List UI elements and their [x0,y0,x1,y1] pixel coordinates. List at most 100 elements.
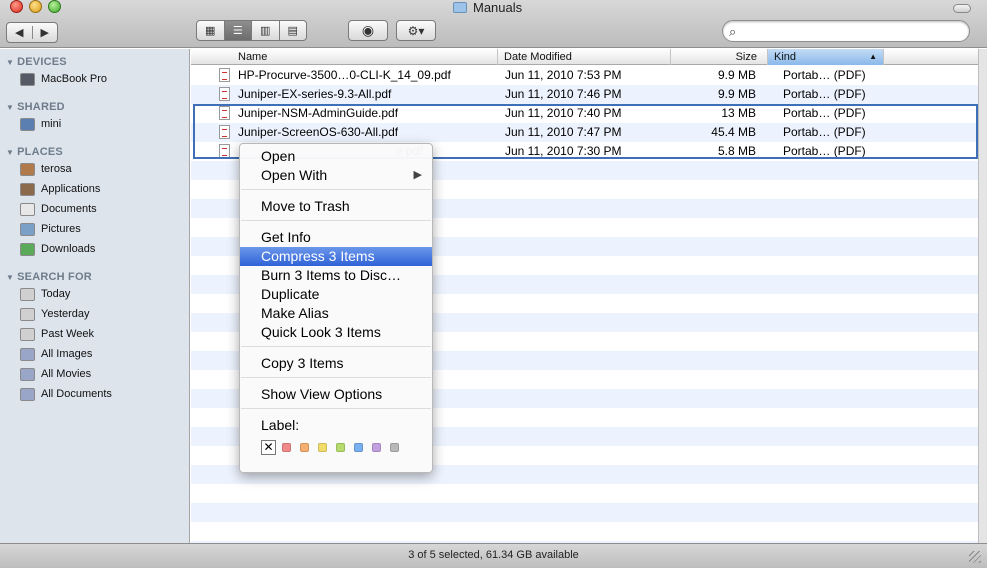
smart-folder-icon [20,367,35,381]
sidebar-item-past-week[interactable]: Past Week [20,325,94,343]
icon-view-button[interactable]: ▦ [197,21,224,40]
file-kind: Portab… (PDF) [783,144,866,158]
sidebar-item-all-documents[interactable]: All Documents [20,385,112,403]
column-header-size[interactable]: Size [671,49,768,65]
menu-item-compress-3-items[interactable]: Compress 3 Items [240,247,432,266]
sidebar-section-title: PLACES [17,146,63,158]
column-header-date[interactable]: Date Modified [498,49,671,65]
sidebar-item-terosa[interactable]: terosa [20,160,72,178]
table-row[interactable]: Juniper-ScreenOS-630-All.pdf Jun 11, 2010… [191,123,978,142]
sort-ascending-icon: ▲ [869,52,877,61]
toolbar-toggle-button[interactable] [953,4,971,13]
label-color-swatch[interactable] [300,442,309,452]
search-field[interactable]: ⌕ [722,20,970,42]
label-color-swatch[interactable] [390,442,399,452]
folder-icon [453,2,467,13]
menu-item-open-with[interactable]: Open With ▶ [240,166,432,185]
label-none-button[interactable]: ✕ [261,439,276,455]
table-row[interactable]: HP-Procurve-3500…0-CLI-K_14_09.pdf Jun 11… [191,66,978,85]
sidebar-item-all-movies[interactable]: All Movies [20,365,91,383]
menu-item-make-alias[interactable]: Make Alias [240,304,432,323]
quick-look-button[interactable]: ◉ [348,20,388,41]
sidebar-item-downloads[interactable]: Downloads [20,240,95,258]
sidebar-item-applications[interactable]: Applications [20,180,100,198]
disclosure-triangle-icon[interactable]: ▼ [6,273,14,282]
menu-item-label: Get Info [261,229,311,245]
action-menu-button[interactable]: ⚙▾ [396,20,436,41]
clock-icon [20,327,35,341]
sidebar-item-documents[interactable]: Documents [20,200,97,218]
label-color-swatch[interactable] [282,442,291,452]
sidebar-section-places[interactable]: ▼ PLACES [6,146,63,158]
forward-button[interactable]: ▶ [31,26,58,39]
sidebar-section-shared[interactable]: ▼ SHARED [6,101,65,113]
sidebar-item-yesterday[interactable]: Yesterday [20,305,90,323]
menu-item-open[interactable]: Open [240,147,432,166]
sidebar-item-label: Today [41,288,71,300]
sidebar-item-all-images[interactable]: All Images [20,345,92,363]
column-header-name[interactable]: Name [191,49,498,65]
file-kind: Portab… (PDF) [783,106,866,120]
window-toolbar: Manuals ◀ ▶ ▦ ☰ ▥ ▤ ◉ ⚙▾ ⌕ [0,0,987,48]
pdf-document-icon [219,144,230,158]
file-kind: Portab… (PDF) [783,68,866,82]
disclosure-triangle-icon[interactable]: ▼ [6,58,14,67]
menu-item-duplicate[interactable]: Duplicate [240,285,432,304]
file-size: 9.9 MB [717,87,756,101]
sidebar-item-label: All Documents [41,388,112,400]
sidebar-item-label: All Images [41,348,93,360]
menu-item-quick-look-3-items[interactable]: Quick Look 3 Items [240,323,432,342]
disclosure-triangle-icon[interactable]: ▼ [6,103,14,112]
table-row[interactable]: Juniper-EX-series-9.3-All.pdf Jun 11, 201… [191,85,978,104]
back-button[interactable]: ◀ [7,26,32,39]
search-input[interactable] [747,23,957,39]
menu-item-burn-3-items-to-disc[interactable]: Burn 3 Items to Disc… [240,266,432,285]
zoom-window-button[interactable] [48,0,61,13]
menu-item-label: Open With [261,167,328,183]
label-color-swatch[interactable] [318,442,327,452]
file-name: Juniper-NSM-AdminGuide.pdf [238,106,399,120]
table-row[interactable]: Juniper-NSM-AdminGuide.pdf Jun 11, 2010 7… [191,104,978,123]
close-window-button[interactable] [10,0,23,13]
view-mode-buttons: ▦ ☰ ▥ ▤ [196,20,307,41]
documents-icon [20,202,35,216]
column-header-kind[interactable]: Kind ▲ [768,49,884,65]
minimize-window-button[interactable] [29,0,42,13]
resize-grip-icon[interactable] [969,551,981,563]
menu-item-show-view-options[interactable]: Show View Options [240,385,432,404]
smart-folder-icon [20,347,35,361]
column-view-button[interactable]: ▥ [251,21,279,40]
pdf-document-icon [219,106,230,120]
menu-item-label: Compress 3 Items [261,248,375,264]
sidebar-item-mini[interactable]: mini [20,115,61,133]
label-color-swatch[interactable] [336,442,345,452]
gear-icon: ⚙▾ [407,23,425,38]
sidebar-item-label: MacBook Pro [41,73,108,85]
sidebar-section-title: SHARED [17,101,65,113]
menu-separator [241,220,431,221]
menu-item-copy-3-items[interactable]: Copy 3 Items [240,354,432,373]
sidebar-section-search-for[interactable]: ▼ SEARCH FOR [6,271,92,283]
label-color-swatch[interactable] [372,442,381,452]
menu-separator [241,346,431,347]
menu-item-move-to-trash[interactable]: Move to Trash [240,197,432,216]
submenu-arrow-icon: ▶ [413,169,422,181]
file-size: 5.8 MB [717,144,756,158]
disclosure-triangle-icon[interactable]: ▼ [6,148,14,157]
sidebar-section-devices[interactable]: ▼ DEVICES [6,56,67,68]
sidebar-item-macbook-pro[interactable]: MacBook Pro [20,70,107,88]
file-date-modified: Jun 11, 2010 7:53 PM [505,68,622,82]
coverflow-view-button[interactable]: ▤ [278,21,307,40]
file-date-modified: Jun 11, 2010 7:46 PM [505,87,622,101]
file-kind: Portab… (PDF) [783,125,866,139]
vertical-scrollbar[interactable] [978,49,987,543]
label-color-swatch[interactable] [354,442,363,452]
status-bar: 3 of 5 selected, 61.34 GB available [0,543,987,568]
menu-item-get-info[interactable]: Get Info [240,228,432,247]
sidebar-item-pictures[interactable]: Pictures [20,220,81,238]
sidebar-item-today[interactable]: Today [20,285,70,303]
menu-item-label: Open [261,148,296,164]
sidebar: ▼ DEVICES MacBook Pro ▼ SHARED mini ▼ PLACES ter… [0,49,190,543]
label-title: Label: [261,417,300,433]
list-view-button[interactable]: ☰ [223,21,251,40]
